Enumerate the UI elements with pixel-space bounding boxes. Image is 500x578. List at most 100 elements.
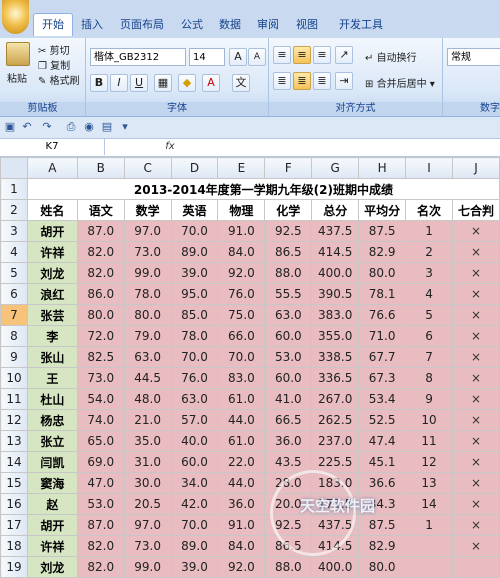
font-size-select[interactable]: 14 (189, 48, 225, 66)
result-cell[interactable]: × (451, 325, 500, 347)
border-button[interactable]: ▦ (154, 74, 172, 92)
score-cell[interactable]: 78.0 (170, 325, 219, 347)
indent-button[interactable]: ⇥ (335, 72, 353, 90)
name-cell[interactable]: 杜山 (26, 388, 78, 410)
score-cell[interactable]: 80.0 (358, 556, 407, 578)
score-cell[interactable]: 53.0 (76, 493, 125, 515)
office-button[interactable] (2, 0, 29, 34)
name-cell[interactable]: 许祥 (26, 241, 78, 263)
score-cell[interactable]: 48.0 (123, 388, 172, 410)
column-header-A[interactable]: A (26, 157, 78, 179)
score-cell[interactable]: 67.3 (358, 367, 407, 389)
score-cell[interactable]: 91.0 (217, 220, 266, 242)
score-cell[interactable]: 47.4 (358, 430, 407, 452)
rank-cell[interactable]: 3 (405, 262, 453, 284)
result-cell[interactable]: × (451, 388, 500, 410)
column-header-J[interactable]: J (451, 157, 500, 179)
column-title[interactable]: 姓名 (26, 199, 78, 221)
score-cell[interactable]: 414.5 (311, 241, 360, 263)
row-header[interactable]: 2 (0, 199, 28, 221)
tab-insert[interactable]: 插入 (76, 14, 108, 36)
score-cell[interactable]: 237.0 (311, 430, 360, 452)
score-cell[interactable]: 87.5 (358, 220, 407, 242)
score-cell[interactable]: 80.0 (123, 304, 172, 326)
score-cell[interactable]: 91.0 (217, 514, 266, 536)
name-cell[interactable]: 胡开 (26, 220, 78, 242)
score-cell[interactable]: 36.0 (264, 430, 313, 452)
score-cell[interactable]: 73.0 (76, 367, 125, 389)
score-cell[interactable]: 52.5 (358, 409, 407, 431)
score-cell[interactable]: 390.5 (311, 283, 360, 305)
score-cell[interactable]: 82.9 (358, 241, 407, 263)
align-middle-button[interactable]: ≡ (293, 46, 311, 64)
score-cell[interactable]: 63.0 (170, 388, 219, 410)
score-cell[interactable]: 400.0 (311, 556, 360, 578)
format-painter-button[interactable]: ✎ 格式刷 (38, 72, 80, 87)
score-cell[interactable]: 80.0 (358, 262, 407, 284)
score-cell[interactable]: 53.4 (358, 388, 407, 410)
score-cell[interactable]: 70.0 (170, 220, 219, 242)
name-cell[interactable]: 闫凯 (26, 451, 78, 473)
score-cell[interactable]: 79.0 (123, 325, 172, 347)
align-left-button[interactable]: ≣ (273, 72, 291, 90)
score-cell[interactable]: 82.0 (76, 262, 125, 284)
paste-icon[interactable] (6, 42, 30, 66)
score-cell[interactable]: 92.5 (264, 220, 313, 242)
row-header[interactable]: 10 (0, 367, 28, 389)
score-cell[interactable]: 76.0 (170, 367, 219, 389)
score-cell[interactable]: 70.0 (170, 346, 219, 368)
row-header[interactable]: 5 (0, 262, 28, 284)
row-header[interactable]: 9 (0, 346, 28, 368)
column-header-E[interactable]: E (217, 157, 266, 179)
row-header[interactable]: 1 (0, 178, 28, 200)
fill-color-button[interactable]: ◆ (178, 74, 196, 92)
result-cell[interactable]: × (451, 409, 500, 431)
name-cell[interactable]: 浪红 (26, 283, 78, 305)
score-cell[interactable]: 44.5 (123, 367, 172, 389)
score-cell[interactable]: 60.0 (170, 451, 219, 473)
score-cell[interactable]: 70.0 (170, 514, 219, 536)
score-cell[interactable]: 34.0 (170, 472, 219, 494)
column-header-C[interactable]: C (123, 157, 172, 179)
row-header[interactable]: 11 (0, 388, 28, 410)
camera-icon[interactable]: ◉ (82, 120, 96, 134)
score-cell[interactable]: 65.0 (76, 430, 125, 452)
score-cell[interactable]: 63.0 (264, 304, 313, 326)
score-cell[interactable]: 437.5 (311, 220, 360, 242)
row-header[interactable]: 13 (0, 430, 28, 452)
tab-developer[interactable]: 开发工具 (334, 14, 388, 36)
score-cell[interactable]: 83.0 (217, 367, 266, 389)
score-cell[interactable]: 74.0 (76, 409, 125, 431)
rank-cell[interactable]: 4 (405, 283, 453, 305)
row-header[interactable]: 17 (0, 514, 28, 536)
result-cell[interactable]: × (451, 241, 500, 263)
column-header-H[interactable]: H (358, 157, 407, 179)
score-cell[interactable]: 67.7 (358, 346, 407, 368)
cut-button[interactable]: ✂ 剪切 (38, 42, 70, 57)
underline-button[interactable]: U (130, 74, 148, 92)
row-header[interactable]: 4 (0, 241, 28, 263)
font-name-select[interactable]: 楷体_GB2312 (90, 48, 186, 66)
italic-button[interactable]: I (110, 74, 128, 92)
row-header[interactable]: 3 (0, 220, 28, 242)
rank-cell[interactable]: 8 (405, 367, 453, 389)
rank-cell[interactable]: 5 (405, 304, 453, 326)
score-cell[interactable]: 97.0 (123, 220, 172, 242)
score-cell[interactable]: 60.0 (264, 325, 313, 347)
align-bottom-button[interactable]: ≡ (313, 46, 331, 64)
row-header[interactable]: 6 (0, 283, 28, 305)
score-cell[interactable]: 338.5 (311, 346, 360, 368)
score-cell[interactable]: 87.0 (76, 220, 125, 242)
row-header[interactable]: 7 (0, 304, 28, 326)
score-cell[interactable]: 72.0 (76, 325, 125, 347)
paste-button[interactable]: 粘贴 (7, 70, 27, 85)
row-header[interactable]: 19 (0, 556, 28, 578)
score-cell[interactable]: 43.5 (264, 451, 313, 473)
name-cell[interactable]: 窦海 (26, 472, 78, 494)
chart-icon[interactable]: ▤ (100, 120, 114, 134)
name-cell[interactable]: 赵 (26, 493, 78, 515)
score-cell[interactable]: 63.0 (123, 346, 172, 368)
score-cell[interactable]: 44.0 (217, 409, 266, 431)
score-cell[interactable]: 80.0 (76, 304, 125, 326)
score-cell[interactable]: 39.0 (170, 556, 219, 578)
